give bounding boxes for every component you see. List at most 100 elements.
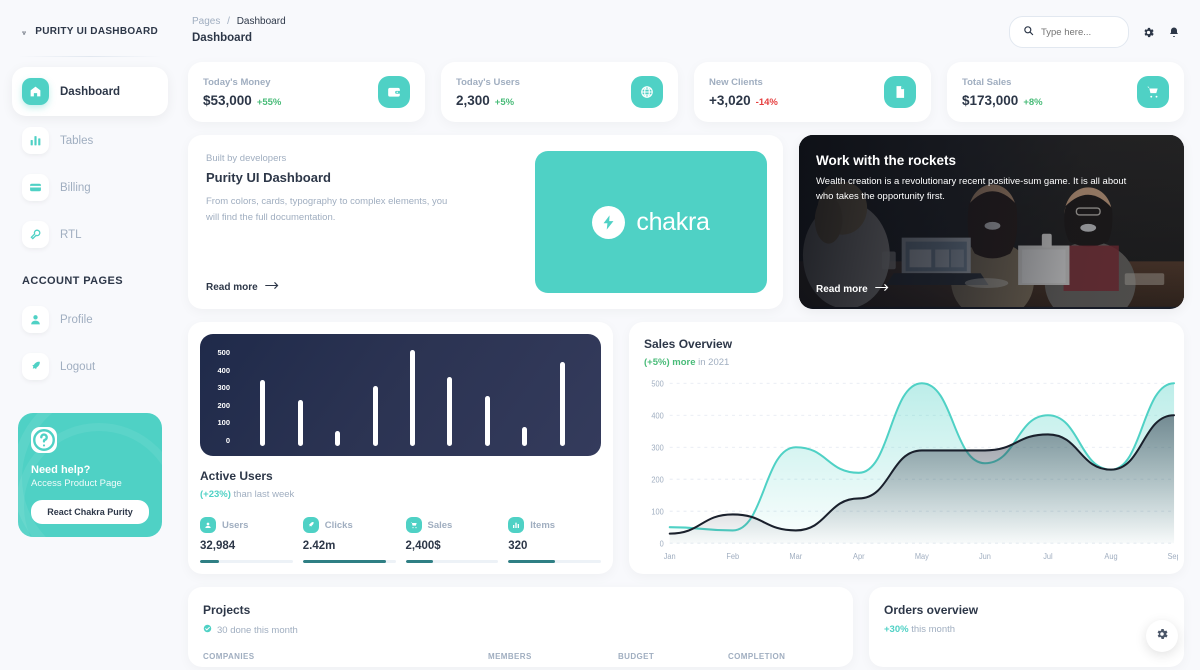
rockets-title: Work with the rockets — [816, 153, 957, 168]
stat-text: Today's Money $53,000 +55% — [203, 77, 281, 108]
metric-progress-track — [508, 560, 601, 563]
stat-value-row: $53,000 +55% — [203, 93, 281, 108]
sidebar-item-profile[interactable]: Profile — [12, 297, 168, 342]
stat-text: Total Sales $173,000 +8% — [962, 77, 1043, 108]
work-with-rockets-card: Work with the rockets Wealth creation is… — [799, 135, 1184, 309]
bar — [297, 400, 303, 446]
sales-overview-line-chart: 0 100 200 300 400 500 Jan Feb Mar Apr May Jun Jul Aug… — [644, 377, 1178, 564]
sidebar-label-billing: Billing — [60, 181, 91, 194]
arrow-right-icon — [874, 283, 889, 295]
help-card: Need help? Access Product Page React Cha… — [18, 413, 162, 537]
sales-delta-suffix: in 2021 — [698, 357, 730, 368]
sidebar-nav: Dashboard Tables Billing RTL ACCOUNT PAG… — [12, 67, 168, 389]
sidebar-divider — [18, 56, 162, 57]
x-tick-label: Aug — [1104, 552, 1117, 561]
breadcrumb-current[interactable]: Dashboard — [237, 16, 286, 27]
globe-icon — [631, 76, 663, 108]
bar — [522, 427, 528, 446]
help-title: Need help? — [31, 464, 91, 476]
stat-value: $53,000 — [203, 92, 252, 108]
sidebar-item-tables[interactable]: Tables — [12, 118, 168, 163]
stat-card-new-clients[interactable]: New Clients +3,020 -14% — [694, 62, 931, 122]
sidebar-item-logout[interactable]: Logout — [12, 344, 168, 389]
active-users-delta-suffix: than last week — [233, 489, 295, 500]
settings-fab-button[interactable] — [1146, 620, 1178, 652]
gear-icon — [1155, 627, 1169, 646]
built-description: From colors, cards, typography to comple… — [206, 196, 448, 223]
built-eyebrow: Built by developers — [206, 153, 287, 164]
rockets-read-more-label: Read more — [816, 283, 868, 295]
y-tick-label: 100 — [651, 507, 663, 516]
sidebar-label-rtl: RTL — [60, 228, 82, 241]
stat-label: New Clients — [709, 76, 763, 88]
y-tick: 400 — [217, 365, 230, 375]
bell-icon[interactable] — [1168, 26, 1180, 39]
stat-card-total-sales[interactable]: Total Sales $173,000 +8% — [947, 62, 1184, 122]
sidebar: PURITY UI DASHBOARD Dashboard Tables Bil… — [0, 0, 180, 670]
chakra-logo-panel: chakra — [535, 151, 767, 293]
chart-row: 500 400 300 200 100 0 Active Users (+23%… — [188, 322, 1184, 574]
metric-users: Users 32,984 — [200, 517, 293, 563]
breadcrumb: Pages / Dashboard — [192, 16, 286, 27]
metric-progress-fill — [200, 560, 219, 563]
sales-overview-subtitle: (+5%) more in 2021 — [644, 357, 1178, 368]
metric-progress-fill — [302, 560, 387, 563]
sidebar-item-dashboard[interactable]: Dashboard — [12, 67, 168, 116]
search-box[interactable] — [1009, 16, 1129, 48]
promo-row: Built by developers Purity UI Dashboard … — [188, 135, 1184, 309]
search-icon — [1023, 23, 1034, 41]
projects-col-completion: COMPLETION — [728, 652, 786, 661]
metric-name: Sales — [427, 519, 453, 531]
metric-items: Items 320 — [508, 517, 601, 563]
home-icon — [22, 78, 49, 105]
bar — [447, 377, 453, 446]
sidebar-item-rtl[interactable]: RTL — [12, 212, 168, 257]
person-icon — [22, 306, 49, 333]
active-users-delta: (+23%) — [200, 489, 231, 500]
stat-value-row: $173,000 +8% — [962, 93, 1043, 108]
brand-name: PURITY UI DASHBOARD — [35, 25, 158, 37]
help-cta-button[interactable]: React Chakra Purity — [31, 500, 149, 524]
projects-col-members: MEMBERS — [488, 652, 532, 661]
stat-cards: Today's Money $53,000 +55% Today's Users… — [188, 62, 1184, 122]
metric-name: Clicks — [324, 519, 353, 531]
stat-card-todays-money[interactable]: Today's Money $53,000 +55% — [188, 62, 425, 122]
users-icon — [200, 517, 216, 533]
gear-icon[interactable] — [1142, 26, 1155, 39]
bar — [559, 362, 565, 446]
cart-icon — [1137, 76, 1169, 108]
y-tick: 100 — [217, 418, 230, 428]
metric-value: 2,400$ — [405, 540, 441, 552]
y-tick-label: 500 — [651, 379, 663, 388]
stat-value-row: +3,020 -14% — [709, 93, 778, 108]
projects-col-budget: BUDGET — [618, 652, 655, 661]
x-tick-label: Jan — [664, 552, 676, 561]
active-users-bar-chart: 500 400 300 200 100 0 — [200, 334, 601, 456]
bottom-row: Projects 30 done this month COMPANIES ME… — [188, 587, 1184, 667]
brand[interactable]: PURITY UI DASHBOARD — [12, 18, 168, 40]
check-circle-icon — [203, 624, 212, 636]
built-read-more-label: Read more — [206, 281, 258, 293]
cart-icon — [405, 517, 422, 533]
metric-sales: Sales 2,400$ — [405, 517, 499, 563]
sidebar-section-account: ACCOUNT PAGES — [22, 275, 123, 287]
search-input[interactable] — [1041, 26, 1115, 38]
sales-overview-card: Sales Overview (+5%) more in 2021 0 100 20… — [629, 322, 1184, 574]
topbar: Pages / Dashboard Dashboard — [188, 12, 1184, 48]
metric-clicks: Clicks 2.42m — [302, 517, 396, 563]
x-tick-label: Sep — [1167, 552, 1178, 561]
x-tick-label: Jun — [979, 552, 991, 561]
built-read-more-link[interactable]: Read more — [206, 281, 533, 293]
stat-card-todays-users[interactable]: Today's Users 2,300 +5% — [441, 62, 678, 122]
breadcrumb-block: Pages / Dashboard Dashboard — [192, 16, 286, 44]
sales-delta: (+5%) more — [644, 357, 696, 368]
active-users-card: 500 400 300 200 100 0 Active Users (+23%… — [188, 322, 613, 574]
bar-chart-plot — [230, 346, 587, 446]
y-tick: 500 — [217, 348, 230, 357]
stat-text: New Clients +3,020 -14% — [709, 77, 778, 108]
sidebar-item-billing[interactable]: Billing — [12, 165, 168, 210]
topbar-actions — [1009, 16, 1180, 48]
rockets-read-more-link[interactable]: Read more — [816, 283, 1167, 295]
stat-label: Today's Money — [203, 76, 271, 88]
breadcrumb-root[interactable]: Pages — [192, 16, 220, 27]
